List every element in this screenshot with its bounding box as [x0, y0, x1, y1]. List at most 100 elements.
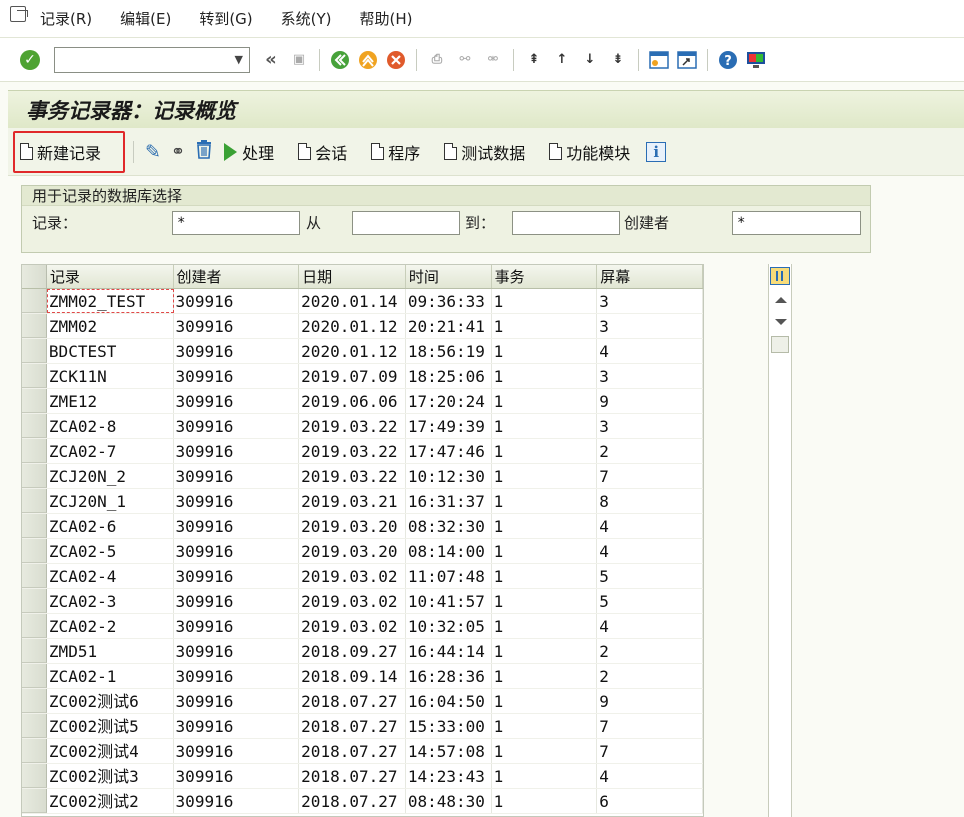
first-page-icon[interactable]: ⇞ — [523, 49, 545, 71]
table-cell[interactable]: ZMD51 — [47, 639, 174, 663]
column-header[interactable]: 事务 — [492, 265, 598, 288]
table-row[interactable]: ZCA02-2 309916 2019.03.02 10:32:05 1 4 — [22, 614, 703, 639]
menu-goto[interactable]: 转到(G) — [199, 8, 252, 29]
table-layout-icon[interactable] — [770, 267, 790, 285]
record-input[interactable]: * — [172, 211, 300, 235]
command-field[interactable]: ▼ — [54, 46, 250, 73]
test-data-button[interactable]: 测试数据 — [438, 135, 531, 169]
new-session-icon[interactable] — [648, 49, 670, 71]
table-row[interactable]: ZCA02-5 309916 2019.03.20 08:14:00 1 4 — [22, 539, 703, 564]
from-date-input[interactable] — [352, 211, 460, 235]
shortcut-icon[interactable] — [676, 49, 698, 71]
table-cell[interactable]: ZCA02-8 — [47, 414, 174, 438]
table-row[interactable]: ZC002测试5 309916 2018.07.27 15:33:00 1 7 — [22, 714, 703, 739]
column-header[interactable]: 日期 — [299, 265, 406, 288]
last-page-icon[interactable]: ⇟ — [607, 49, 629, 71]
table-row[interactable]: ZCA02-6 309916 2019.03.20 08:32:30 1 4 — [22, 514, 703, 539]
table-row[interactable]: ZCA02-1 309916 2018.09.14 16:28:36 1 2 — [22, 664, 703, 689]
table-row[interactable]: ZMM02 309916 2020.01.12 20:21:41 1 3 — [22, 314, 703, 339]
row-selector[interactable] — [22, 664, 47, 688]
creator-input[interactable]: * — [732, 211, 861, 235]
program-button[interactable]: 程序 — [365, 135, 426, 169]
table-row[interactable]: ZMD51 309916 2018.09.27 16:44:14 1 2 — [22, 639, 703, 664]
help-icon[interactable]: ? — [717, 49, 739, 71]
row-selector[interactable] — [22, 739, 47, 763]
row-selector[interactable] — [22, 539, 47, 563]
table-row[interactable]: ZC002测试4 309916 2018.07.27 14:57:08 1 7 — [22, 739, 703, 764]
scrollbar-thumb[interactable] — [771, 336, 789, 353]
table-cell[interactable]: ZC002测试5 — [47, 714, 174, 738]
table-cell[interactable]: ZCA02-3 — [47, 589, 174, 613]
info-icon[interactable]: i — [646, 141, 667, 162]
row-selector[interactable] — [22, 314, 47, 338]
menu-record[interactable]: 记录(R) — [40, 8, 92, 29]
table-row[interactable]: ZCJ20N_1 309916 2019.03.21 16:31:37 1 8 — [22, 489, 703, 514]
row-selector[interactable] — [22, 439, 47, 463]
table-row[interactable]: ZCA02-8 309916 2019.03.22 17:49:39 1 3 — [22, 414, 703, 439]
table-cell[interactable]: ZMM02_TEST — [46, 289, 174, 313]
table-cell[interactable]: ZCA02-5 — [47, 539, 174, 563]
save-icon[interactable]: ▣ — [288, 49, 310, 71]
command-dropdown-icon[interactable]: ▼ — [235, 53, 243, 66]
glasses-icon[interactable]: ⚭ — [171, 142, 185, 162]
table-row[interactable]: ZCA02-4 309916 2019.03.02 11:07:48 1 5 — [22, 564, 703, 589]
table-cell[interactable]: ZC002测试6 — [47, 689, 174, 713]
row-selector[interactable] — [22, 514, 47, 538]
scroll-up-icon[interactable] — [775, 297, 787, 303]
menu-help[interactable]: 帮助(H) — [360, 8, 413, 29]
table-cell[interactable]: ZME12 — [47, 389, 174, 413]
row-selector[interactable] — [22, 789, 47, 813]
column-header[interactable]: 时间 — [406, 265, 492, 288]
cancel-icon[interactable] — [385, 49, 407, 71]
row-selector[interactable] — [22, 564, 47, 588]
row-selector[interactable] — [22, 339, 47, 363]
row-selector[interactable] — [22, 489, 47, 513]
row-selector[interactable] — [22, 389, 47, 413]
process-button[interactable]: 处理 — [218, 135, 280, 169]
menu-doc-icon[interactable] — [10, 5, 28, 22]
next-page-icon[interactable]: ↓ — [579, 49, 601, 71]
exit-icon[interactable] — [357, 49, 379, 71]
find-next-icon[interactable]: ⚮ — [482, 49, 504, 71]
find-icon[interactable]: ⚯ — [454, 49, 476, 71]
menu-system[interactable]: 系统(Y) — [281, 8, 332, 29]
row-selector[interactable] — [22, 464, 47, 488]
table-cell[interactable]: BDCTEST — [47, 339, 174, 363]
table-cell[interactable]: ZCK11N — [47, 364, 174, 388]
function-module-button[interactable]: 功能模块 — [543, 135, 636, 169]
customize-layout-icon[interactable] — [745, 49, 767, 71]
row-selector[interactable] — [22, 589, 47, 613]
table-row[interactable]: ZCA02-7 309916 2019.03.22 17:47:46 1 2 — [22, 439, 703, 464]
new-record-button[interactable]: 新建记录 — [13, 130, 125, 173]
table-cell[interactable]: ZCA02-2 — [47, 614, 174, 638]
prev-page-icon[interactable]: ↑ — [551, 49, 573, 71]
table-row[interactable]: ZME12 309916 2019.06.06 17:20:24 1 9 — [22, 389, 703, 414]
table-cell[interactable]: ZCA02-1 — [47, 664, 174, 688]
row-selector[interactable] — [22, 689, 47, 713]
session-button[interactable]: 会话 — [292, 135, 353, 169]
table-row[interactable]: ZC002测试6 309916 2018.07.27 16:04:50 1 9 — [22, 689, 703, 714]
back-icon[interactable] — [329, 49, 351, 71]
row-selector[interactable] — [22, 364, 47, 388]
trash-icon[interactable] — [195, 139, 213, 164]
row-selector[interactable] — [22, 764, 47, 788]
table-cell[interactable]: ZMM02 — [47, 314, 174, 338]
table-row[interactable]: ZC002测试3 309916 2018.07.27 14:23:43 1 4 — [22, 764, 703, 789]
menu-edit[interactable]: 编辑(E) — [120, 8, 171, 29]
table-row[interactable]: ZCA02-3 309916 2019.03.02 10:41:57 1 5 — [22, 589, 703, 614]
select-all-cell[interactable] — [22, 265, 47, 288]
column-header[interactable]: 创建者 — [174, 265, 300, 288]
table-cell[interactable]: ZC002测试4 — [47, 739, 174, 763]
table-row[interactable]: ZMM02_TEST 309916 2020.01.14 09:36:33 1 3 — [22, 289, 703, 314]
table-cell[interactable]: ZCJ20N_1 — [47, 489, 174, 513]
table-row[interactable]: BDCTEST 309916 2020.01.12 18:56:19 1 4 — [22, 339, 703, 364]
table-cell[interactable]: ZCA02-4 — [47, 564, 174, 588]
table-row[interactable]: ZCK11N 309916 2019.07.09 18:25:06 1 3 — [22, 364, 703, 389]
column-header[interactable]: 记录 — [47, 265, 174, 288]
scroll-down-icon[interactable] — [775, 319, 787, 325]
table-cell[interactable]: ZC002测试3 — [47, 764, 174, 788]
row-selector[interactable] — [22, 714, 47, 738]
row-selector[interactable] — [22, 614, 47, 638]
table-row[interactable]: ZCJ20N_2 309916 2019.03.22 10:12:30 1 7 — [22, 464, 703, 489]
table-cell[interactable]: ZCA02-6 — [47, 514, 174, 538]
